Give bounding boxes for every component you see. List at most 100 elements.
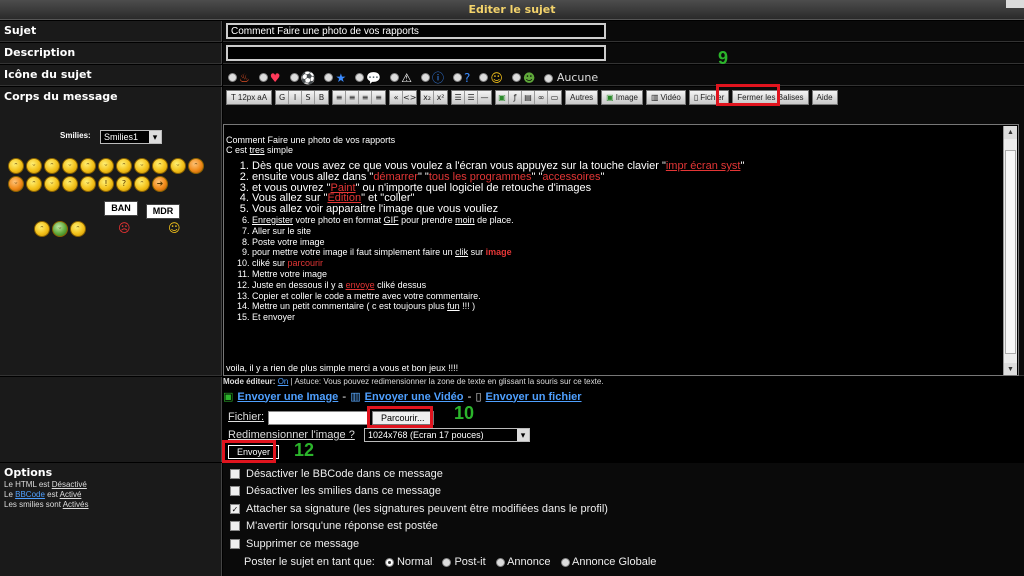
description-row: [223, 43, 1024, 64]
help-button[interactable]: Aide: [811, 90, 838, 105]
bold-icon[interactable]: G: [276, 91, 290, 104]
smiley-icon[interactable]: ᵔ: [34, 221, 50, 237]
option-attach-signature[interactable]: ✓ Attacher sa signature (les signatures p…: [230, 503, 608, 515]
post-as-announce[interactable]: Annonce: [495, 556, 551, 568]
smiley-icon[interactable]: ᵕ: [26, 158, 42, 174]
option-disable-smilies[interactable]: Désactiver les smilies dans ce message: [230, 485, 441, 497]
file-input[interactable]: [268, 411, 368, 425]
smiley-icon[interactable]: ᵔ: [44, 158, 60, 174]
flash-icon[interactable]: ƒ: [509, 91, 523, 104]
video-button[interactable]: ▥ Vidéo: [645, 90, 686, 105]
strike-icon[interactable]: B: [315, 91, 328, 104]
icon-option-fire[interactable]: ♨: [228, 71, 250, 85]
smiley-icon[interactable]: ᵕ: [80, 176, 96, 192]
mdr-sign-icon[interactable]: MDR: [146, 204, 180, 219]
reading-smiley-icon[interactable]: ☺: [168, 221, 188, 237]
close-tags-button[interactable]: Fermer les Balises: [732, 90, 809, 105]
hr-icon[interactable]: —: [478, 91, 491, 104]
smiley-icon[interactable]: ᵔ: [134, 176, 150, 192]
options-title: Options: [4, 466, 53, 479]
window-icon[interactable]: ▭: [548, 91, 561, 104]
icon-option-speech[interactable]: 💬: [355, 71, 381, 85]
upload-image-link[interactable]: Envoyer une Image: [237, 391, 338, 403]
smiley-icon[interactable]: ᵕ: [62, 158, 78, 174]
link-icon[interactable]: ∞: [535, 91, 549, 104]
smiley-icon[interactable]: ᵔ: [62, 176, 78, 192]
smiley-icon[interactable]: ᵔ: [70, 221, 86, 237]
post-as-normal[interactable]: Normal: [384, 556, 432, 568]
align-justify-icon[interactable]: ≡: [372, 91, 385, 104]
smile-icon: ☺: [490, 70, 503, 85]
more-button[interactable]: Autres: [565, 90, 599, 105]
subscript-icon[interactable]: x₂: [421, 91, 435, 104]
scroll-down-icon[interactable]: ▼: [1004, 363, 1017, 375]
code-icon[interactable]: <>: [403, 91, 416, 104]
editor-scrollbar[interactable]: ▲ ▼: [1003, 126, 1017, 375]
list-item: Aller sur le site: [252, 226, 1000, 237]
smiley-icon[interactable]: ᵔ: [26, 176, 42, 192]
checkbox[interactable]: [230, 469, 240, 479]
browse-button[interactable]: Parcourir...: [372, 411, 434, 425]
scroll-up-icon[interactable]: ▲: [1004, 126, 1017, 139]
superscript-icon[interactable]: x²: [434, 91, 447, 104]
smiley-icon[interactable]: ᵕ: [8, 176, 24, 192]
smiley-icon[interactable]: ᵕ: [170, 158, 186, 174]
icon-option-smile[interactable]: ☺: [479, 71, 503, 85]
bullet-list-icon[interactable]: ☰: [452, 91, 466, 104]
smiley-icon[interactable]: ᵔ: [152, 158, 168, 174]
file-button[interactable]: ▯ Fichier: [688, 90, 730, 105]
icon-option-star[interactable]: ★: [324, 71, 346, 85]
quote-icon[interactable]: «: [390, 91, 404, 104]
message-editor[interactable]: Comment Faire une photo de vos rapports …: [223, 124, 1019, 376]
smiley-icon[interactable]: ᵔ: [116, 158, 132, 174]
icon-option-ball[interactable]: ⚽: [289, 71, 315, 85]
icon-option-alien[interactable]: ☻: [511, 71, 535, 85]
option-delete-message[interactable]: Supprimer ce message: [230, 538, 359, 550]
resize-select[interactable]: 1024x768 (Ecran 17 pouces) ▾: [364, 428, 530, 442]
smiley-icon[interactable]: !: [98, 176, 114, 192]
smiley-icon[interactable]: ᵕ: [134, 158, 150, 174]
checkbox[interactable]: [230, 486, 240, 496]
image-button[interactable]: ▣ Image: [601, 90, 643, 105]
upload-file-link[interactable]: Envoyer un fichier: [486, 391, 582, 403]
scroll-thumb[interactable]: [1005, 150, 1016, 354]
icon-option-warning[interactable]: ⚠: [390, 71, 412, 85]
subject-input[interactable]: [226, 23, 606, 39]
smiley-icon[interactable]: ᵕ: [44, 176, 60, 192]
number-list-icon[interactable]: ☰: [465, 91, 479, 104]
option-notify-reply[interactable]: M'avertir lorsqu'une réponse est postée: [230, 520, 438, 532]
smiley-icon[interactable]: ᵕ: [98, 158, 114, 174]
angry-smiley-icon[interactable]: ☹: [118, 221, 138, 237]
smiley-icon[interactable]: ᵔ: [188, 158, 204, 174]
icon-option-none[interactable]: Aucune: [544, 71, 598, 84]
icon-option-heart[interactable]: ♥: [258, 71, 281, 85]
upload-video-link[interactable]: Envoyer une Vidéo: [365, 391, 464, 403]
align-left-icon[interactable]: ≡: [333, 91, 347, 104]
option-disable-bbcode[interactable]: Désactiver le BBCode dans ce message: [230, 468, 443, 480]
underline-icon[interactable]: S: [302, 91, 316, 104]
font-size-button[interactable]: T 12px aA: [226, 90, 273, 105]
table-icon[interactable]: ▤: [522, 91, 536, 104]
smiley-icon[interactable]: ᵕ: [52, 221, 68, 237]
smiley-icon[interactable]: ➜: [152, 176, 168, 192]
description-input[interactable]: [226, 45, 606, 61]
picture-icon[interactable]: ▣: [496, 91, 510, 104]
post-as-global-announce[interactable]: Annonce Globale: [560, 556, 656, 568]
mode-toggle[interactable]: On: [278, 377, 289, 386]
send-button[interactable]: Envoyer: [228, 445, 280, 459]
ban-sign-icon[interactable]: BAN: [104, 201, 138, 216]
align-right-icon[interactable]: ≡: [359, 91, 373, 104]
icon-option-info[interactable]: ⓘ: [420, 69, 444, 86]
smiley-icon[interactable]: ?: [116, 176, 132, 192]
checkbox[interactable]: [230, 539, 240, 549]
smilies-select[interactable]: Smilies1 ▾: [100, 130, 162, 144]
post-as-postit[interactable]: Post-it: [442, 556, 486, 568]
checkbox-checked[interactable]: ✓: [230, 504, 240, 514]
align-center-icon[interactable]: ≡: [346, 91, 360, 104]
checkbox[interactable]: [230, 521, 240, 531]
smiley-icon[interactable]: ᵔ: [80, 158, 96, 174]
smiley-icon[interactable]: ᵔ: [8, 158, 24, 174]
icon-option-question[interactable]: ?: [452, 71, 470, 85]
italic-icon[interactable]: I: [289, 91, 303, 104]
editor-text: tres: [249, 145, 265, 155]
